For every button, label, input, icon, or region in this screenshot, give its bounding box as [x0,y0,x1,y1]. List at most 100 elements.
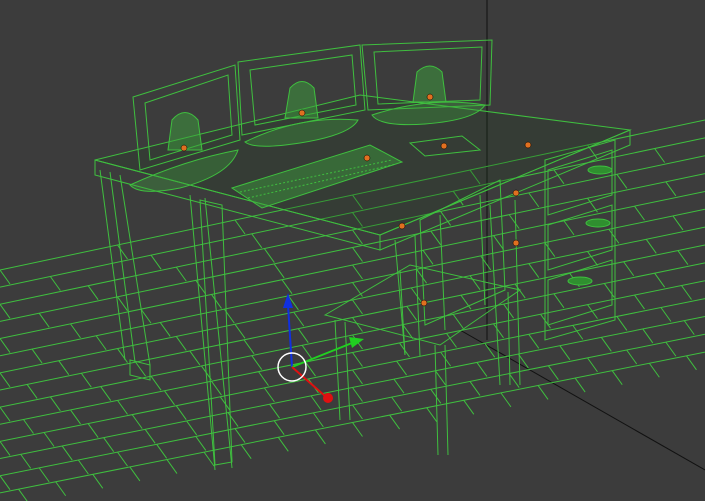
floor-plank-joint [553,293,565,309]
floor-plank-joint [500,392,512,408]
floor-plank-joint [243,339,255,355]
gizmo-z-axis[interactable] [287,304,293,368]
floor-plank-joint [665,341,677,357]
floor-plank-joint [234,323,246,339]
floor-plank-joint [391,396,403,412]
floor-plank-joint [0,372,11,388]
floor-plank-joint [175,405,187,421]
floor-plank-joint [0,338,11,353]
floor-plank-joint [70,409,81,425]
floor-plank-joint [672,215,684,231]
floor-plank-joint [38,467,50,483]
floor-plank-joint [150,375,162,391]
floor-plank-joint [469,275,481,291]
3d-perspective-viewport[interactable] [0,0,705,501]
floor-plank-joint [227,412,239,427]
floor-plank-joint [100,386,112,401]
gizmo-y-axis[interactable] [291,342,353,368]
floor-plank-joint [203,451,215,467]
floor-plank-joint [426,407,438,422]
floor-plank-joint [95,335,107,351]
floor-plank-joint [117,296,128,312]
floor-plank-joint [677,250,689,265]
floor-plank-joint [0,441,11,456]
floor-plank-joint [38,312,50,328]
floor-plank-joint [273,420,285,436]
floor-plank-joint [61,445,73,461]
floor-plank-joint [166,459,178,474]
move-transform-gizmo[interactable] [277,293,364,403]
gizmo-x-handle-icon[interactable] [323,393,333,403]
floor-plank-joint [603,283,615,298]
floor-plank-joint [446,333,457,348]
floor-plank-joint [654,148,666,163]
floor-plank-joint [463,399,475,415]
floor-plank-joint [352,352,363,367]
floor-plank-joint [389,414,401,430]
floor-plank-joint [563,220,575,236]
floor-plank-joint [251,355,263,370]
floor-plank-joint [92,474,104,489]
floor-plank-joint [572,325,584,340]
floor-plank-joint [665,181,677,197]
floor-plank-joint [648,362,660,378]
floor-plank-joint [310,395,322,411]
floor-plank-joint [681,285,692,300]
floor-plank-joint [305,361,316,377]
floor-plank-joint [528,333,540,349]
floor-plank-joint [314,429,326,445]
floor-plank-joint [452,314,464,329]
floor-plank-joint [23,419,34,434]
floor-plank-joint [49,396,61,412]
floor-plank-joint [616,316,628,331]
floor-plank-joint [352,369,363,385]
monitor-right[interactable] [361,39,493,126]
floor-plank-joint [623,261,635,277]
floor-plank-joint [608,228,620,244]
floor-plank-joint [211,380,222,396]
floor-plank-joint [645,238,657,254]
floor-plank-joint [251,233,263,249]
floor-plank-joint [26,384,38,399]
floor-plank-joint [660,307,672,322]
floor-plank-joint [587,304,598,319]
floor-plank-joint [574,377,586,393]
floor-plank-joint [587,251,598,266]
floor-plank-joint [175,336,187,351]
floor-plank-joint [55,481,67,497]
floor-plank-joint [211,294,222,309]
floor-plank-joint [159,322,171,337]
floor-plank-joint [129,466,141,482]
floor-plank-joint [396,360,407,376]
floor-plank-joint [626,349,638,365]
floor-plank-joint [117,244,128,260]
floor-plank-joint [58,360,70,376]
floor-plank-joint [476,362,488,377]
floor-plank-joint [164,390,175,406]
floor-plank-joint [312,412,324,428]
floor-plank-joint [430,230,442,246]
floor-plank-joint [634,205,645,221]
floor-plank-joint [0,406,11,422]
floor-plank-joint [0,475,11,491]
floor-plank-joint [642,328,654,344]
floor-plank-joint [189,350,201,366]
floor-plank-joint [352,387,363,402]
floor-plank-joint [537,385,549,400]
floor-plank-joint [281,279,293,295]
floor-plank-joint [117,451,128,467]
floor-plank-joint [263,248,275,263]
floor-plank-joint [469,381,481,396]
floor-plank-joint [416,268,427,284]
floor-plank-joint [410,287,422,303]
floor-plank-joint [297,328,309,343]
floor-plank-joint [186,420,198,436]
floor-plank-joint [352,264,363,280]
floor-plank-joint [547,365,559,381]
floor-plank-joint [611,370,623,385]
floor-plank-joint [422,249,434,265]
gizmo-y-arrow-icon[interactable] [349,337,364,348]
floor-plank-joint [87,285,99,301]
floor-plank-joint [301,345,313,360]
floor-plank-joint [600,337,612,352]
